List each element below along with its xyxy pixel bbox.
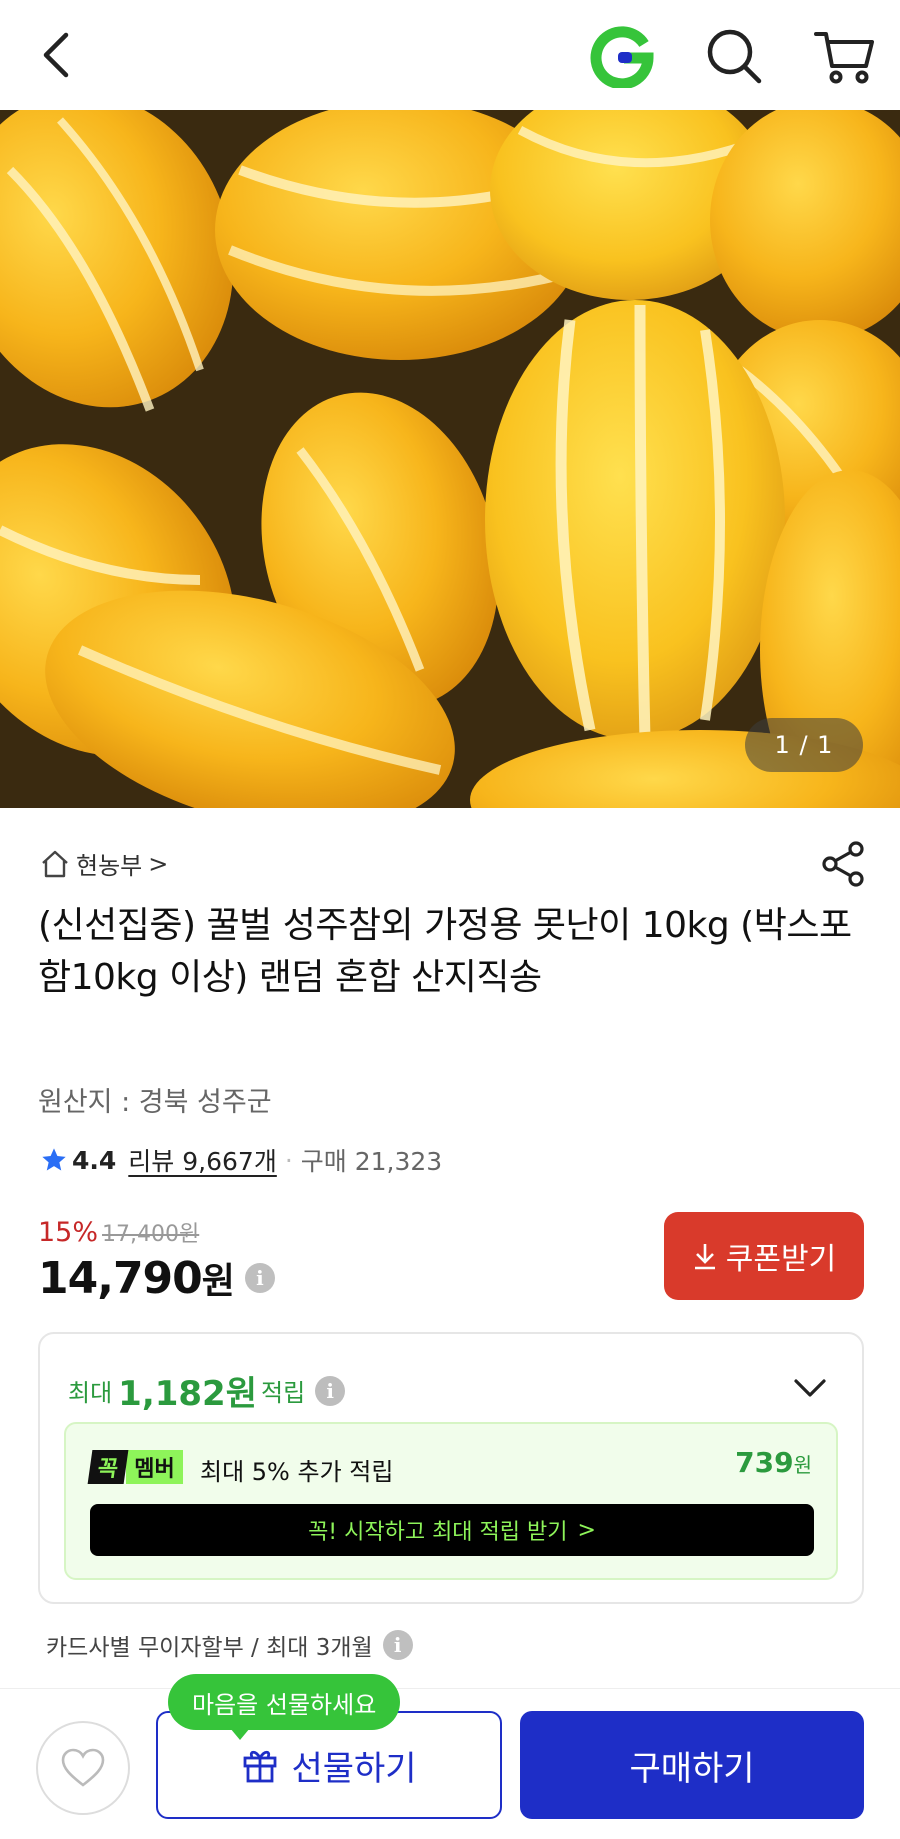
price-unit: 원 [201,1261,235,1302]
member-reward-box: 꼭 멤버 최대 5% 추가 적립 739원 꼭! 시작하고 최대 적립 받기 > [64,1422,838,1580]
installment-info-icon[interactable]: i [382,1630,413,1660]
cart-button[interactable] [812,24,876,88]
gift-tooltip: 마음을 선물하세요 [168,1674,401,1740]
buy-label: 구매하기 [629,1748,755,1789]
discount-row: 15% 17,400원 [38,1216,199,1248]
reward-amount: 1,182원 [118,1374,257,1414]
chevron-down-icon[interactable] [792,1374,828,1402]
member-amount-value: 739 [735,1446,794,1479]
reward-panel: 최대 1,182원 적립 i 꼭 멤버 최대 5% 추가 적립 739원 꼭! … [38,1332,864,1604]
member-badge-m: 멤버 [126,1450,183,1484]
heart-icon [61,1748,105,1787]
back-button[interactable] [30,22,80,88]
cart-icon [814,32,874,84]
store-arrow: > [148,849,169,878]
installment-text: 카드사별 무이자할부 / 최대 3개월 [46,1635,373,1661]
rating-row: 4.4 리뷰 9,667개 · 구매 21,323 [40,1140,442,1180]
price-row: 14,790 원 i [38,1252,275,1304]
bottom-action-bar: 선물하기 구매하기 [0,1688,900,1839]
search-icon [707,29,762,84]
wishlist-button[interactable] [36,1721,130,1815]
reward-info-icon[interactable]: i [315,1375,346,1406]
reward-suffix: 적립 [261,1379,306,1407]
store-name: 현농부 [76,852,143,880]
member-cta-label: 꼭! 시작하고 최대 적립 받기 [308,1520,568,1545]
g-logo-icon [590,26,654,90]
rating-score: 4.4 [72,1145,117,1175]
melon-photo [0,110,900,808]
search-button[interactable] [704,26,764,86]
star-icon [42,1148,66,1171]
discount-rate: 15% [38,1217,99,1248]
review-count-link[interactable]: 리뷰 9,667개 [128,1142,277,1178]
reward-prefix: 최대 [68,1379,113,1407]
product-image[interactable] [0,110,900,808]
share-button[interactable] [820,840,868,888]
purchase-count: 구매 21,323 [300,1147,443,1176]
original-price: 17,400원 [102,1222,200,1247]
share-icon [822,841,864,887]
member-amount-unit: 원 [793,1453,812,1477]
store-link[interactable]: 현농부 > [40,846,168,881]
chevron-left-icon [43,32,69,78]
product-title: (신선집중) 꿀벌 성주참외 가정용 못난이 10kg (박스포함10kg 이상… [38,905,852,998]
member-cta-button[interactable]: 꼭! 시작하고 최대 적립 받기 > [90,1504,814,1556]
installment-info: 카드사별 무이자할부 / 최대 3개월 i [46,1628,413,1662]
member-reward-amount: 739원 [735,1446,812,1479]
price-info-icon[interactable]: i [244,1263,275,1293]
member-cta-arrow: > [577,1517,596,1543]
separator-dot: · [284,1145,293,1175]
origin-text: 원산지 : 경북 성주군 [38,1087,272,1118]
top-app-bar [0,0,900,110]
member-badge-k: 꼭 [87,1450,129,1484]
home-icon [42,850,68,877]
gallery-pager: 1 / 1 [745,718,863,772]
buy-button[interactable]: 구매하기 [520,1711,864,1819]
gmarket-logo[interactable] [590,24,654,90]
member-badge: 꼭 멤버 [87,1450,183,1484]
coupon-button[interactable]: 쿠폰받기 [664,1212,864,1300]
current-price: 14,790 [38,1252,203,1304]
member-reward-text: 최대 5% 추가 적립 [200,1458,394,1486]
reward-header: 최대 1,182원 적립 i [68,1366,346,1415]
download-icon [694,1244,715,1270]
gift-label: 선물하기 [291,1748,417,1789]
coupon-label: 쿠폰받기 [725,1242,837,1277]
gift-icon [244,1750,277,1783]
